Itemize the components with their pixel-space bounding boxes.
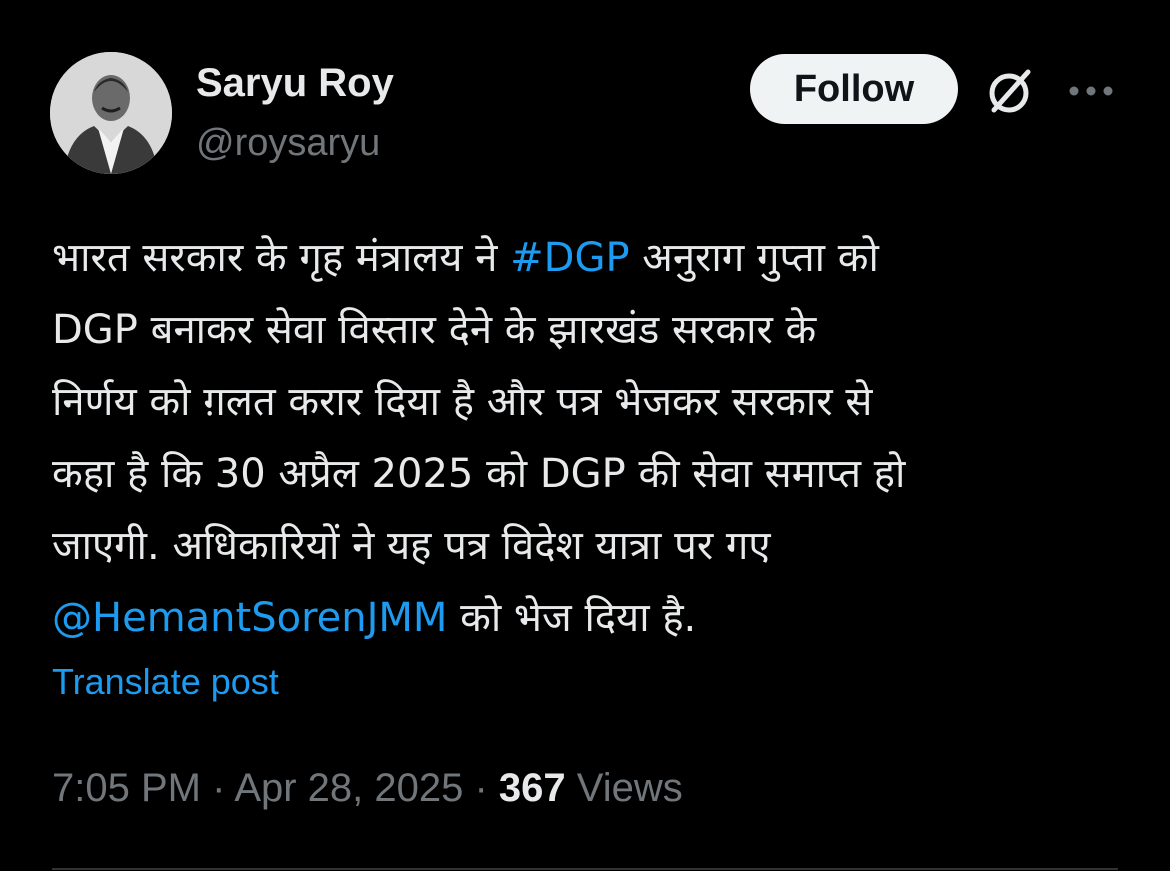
tweet-text-segment: अनुराग गुप्ता को [629,235,879,281]
views-label: Views [565,766,683,810]
hashtag-link[interactable]: #DGP [510,235,629,281]
follow-button[interactable]: Follow [750,54,958,124]
author-handle[interactable]: @roysaryu [196,118,380,168]
author-name[interactable]: Saryu Roy [196,58,394,108]
more-icon[interactable] [1066,76,1116,106]
tweet-line: भारत सरकार के गृह मंत्रालय ने #DGP अनुरा… [52,222,1132,294]
meta-separator: · [200,766,235,810]
tweet-line: जाएगी. अधिकारियों ने यह पत्र विदेश यात्र… [52,523,771,569]
tweet-line: निर्णय को ग़लत करार दिया है और पत्र भेजक… [52,379,873,425]
divider [52,868,1118,870]
grok-icon[interactable] [984,64,1038,118]
tweet-text: भारत सरकार के गृह मंत्रालय ने #DGP अनुरा… [52,222,1132,654]
post-time[interactable]: 7:05 PM [52,766,201,810]
post-date[interactable]: Apr 28, 2025 [234,766,463,810]
tweet-line: @HemantSorenJMM को भेज दिया है. [52,582,1132,654]
translate-post-link[interactable]: Translate post [52,658,279,706]
tweet-line: DGP बनाकर सेवा विस्तार देने के झारखंड सर… [52,307,817,353]
tweet-text-segment: भारत सरकार के गृह मंत्रालय ने [52,235,511,281]
avatar[interactable] [50,52,172,174]
mention-link[interactable]: @HemantSorenJMM [52,595,447,641]
meta-separator: · [463,766,499,810]
post-metadata: 7:05 PM · Apr 28, 2025 · 367 Views [52,762,683,814]
tweet-text-segment: को भेज दिया है. [447,595,697,641]
tweet-line: कहा है कि 30 अप्रैल 2025 को DGP की सेवा … [52,451,906,497]
views-count: 367 [498,766,566,810]
